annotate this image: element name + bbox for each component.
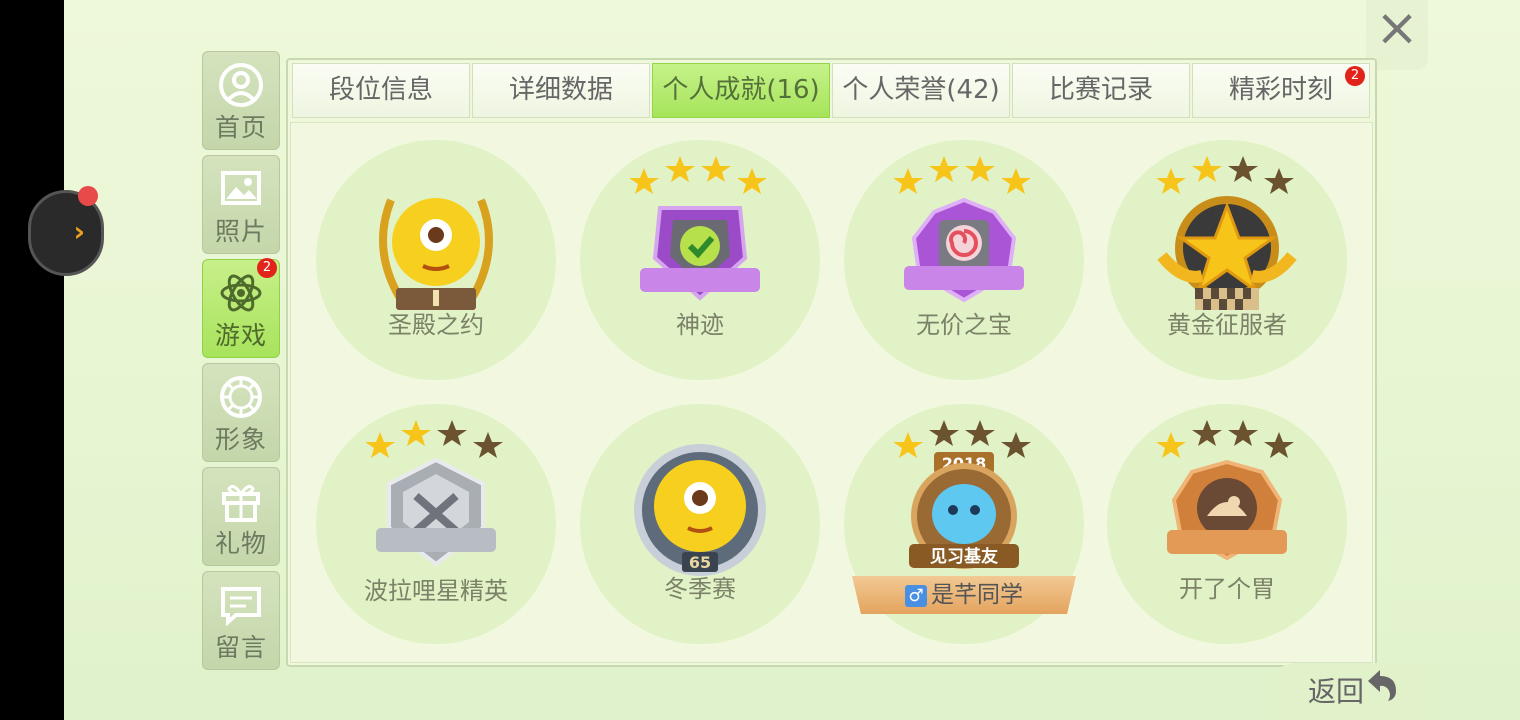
home-icon [219, 63, 263, 107]
monster-laurel-badge-icon [379, 198, 493, 310]
star-icon [1264, 168, 1294, 194]
star-icon [366, 432, 395, 458]
achievement-item[interactable]: 波拉哩星精英 [316, 404, 556, 644]
tab-highlights[interactable]: 精彩时刻 2 [1192, 63, 1370, 118]
gift-icon [222, 484, 260, 522]
sidebar-item-avatar[interactable]: 形象 [202, 363, 280, 462]
sidebar: 首页 照片 2 游戏 形象 礼物 留言 [202, 51, 280, 675]
achievement-item[interactable]: 开了个胃 [1107, 404, 1347, 644]
tab-achievements[interactable]: 个人成就(16) [652, 63, 830, 118]
achievements-grid: 圣殿之约 神迹 无价之宝 黄金征服者 波拉哩星精英 65 冬季赛 见习基友 ♂ … [290, 122, 1373, 663]
sidebar-item-photos[interactable]: 照片 [202, 155, 280, 254]
achievement-item[interactable]: 无价之宝 [844, 140, 1084, 380]
chevron-right-icon: › [73, 215, 85, 248]
badge: 2 [1345, 66, 1365, 86]
star-icon [1228, 420, 1258, 446]
bronze-badge-icon [1167, 460, 1287, 561]
tab-match-records[interactable]: 比赛记录 [1012, 63, 1190, 118]
silver-crest-badge-icon [376, 457, 496, 567]
notification-dot [78, 186, 98, 206]
star-icon [965, 420, 995, 446]
gold-star-badge-icon [1157, 196, 1297, 310]
sidebar-item-label: 礼物 [214, 529, 267, 558]
achievement-item[interactable]: 神迹 [580, 140, 820, 380]
back-arrow-icon[interactable] [1364, 667, 1400, 703]
achievement-name: 冬季赛 [664, 575, 736, 603]
tab-bar: 段位信息 详细数据 个人成就(16) 个人荣誉(42) 比赛记录 精彩时刻 2 [292, 63, 1370, 118]
star-icon [473, 432, 503, 458]
star-rating [894, 156, 1031, 194]
achievement-name: 波拉哩星精英 [364, 577, 508, 605]
sidebar-item-label: 首页 [214, 113, 267, 142]
star-icon [401, 420, 431, 446]
star-icon [1192, 156, 1222, 182]
star-rating [1157, 420, 1294, 458]
achievement-item[interactable]: 圣殿之约 [316, 140, 556, 380]
owner-ribbon: ♂ 是芊同学 [852, 576, 1076, 614]
sidebar-item-label: 照片 [214, 217, 267, 246]
star-icon [630, 168, 659, 194]
level-number: 65 [689, 553, 711, 572]
achievement-item[interactable]: 65 冬季赛 [580, 404, 820, 644]
avatar-icon [220, 376, 262, 418]
star-icon [1157, 168, 1186, 194]
star-icon [929, 156, 959, 182]
purple-shield-check-icon [640, 206, 760, 301]
achievement-item[interactable]: 黄金征服者 [1107, 140, 1347, 380]
tab-label: 详细数据 [508, 75, 613, 105]
star-icon [1264, 432, 1294, 458]
star-icon [701, 156, 731, 182]
sidebar-item-games[interactable]: 2 游戏 [202, 258, 280, 358]
achievement-name: 无价之宝 [916, 311, 1012, 339]
sidebar-item-label: 形象 [214, 425, 267, 454]
tab-rank-info[interactable]: 段位信息 [292, 63, 470, 118]
star-icon [929, 420, 959, 446]
tab-label: 比赛记录 [1048, 75, 1153, 105]
star-icon [894, 168, 923, 194]
star-icon [1157, 432, 1186, 458]
tab-label: 个人荣誉(42) [842, 75, 1000, 105]
star-icon [1001, 168, 1031, 194]
tab-honors[interactable]: 个人荣誉(42) [832, 63, 1010, 118]
photo-icon [221, 171, 261, 205]
star-icon [437, 420, 467, 446]
star-icon [1192, 420, 1222, 446]
achievement-name: 神迹 [676, 311, 724, 339]
sidebar-item-label: 游戏 [214, 321, 267, 350]
star-rating [1157, 156, 1294, 194]
sidebar-item-label: 留言 [214, 633, 267, 662]
tab-label: 精彩时刻 [1228, 75, 1333, 105]
tab-label: 段位信息 [328, 75, 433, 105]
sidebar-item-gifts[interactable]: 礼物 [202, 467, 280, 566]
tab-label: 个人成就(16) [662, 75, 820, 105]
star-icon [665, 156, 695, 182]
left-black-strip [0, 0, 64, 720]
owner-name: 是芊同学 [931, 582, 1023, 608]
male-icon: ♂ [905, 584, 927, 607]
star-icon [965, 156, 995, 182]
message-icon [221, 587, 261, 627]
tab-detailed-data[interactable]: 详细数据 [472, 63, 650, 118]
blue-blob-2018-badge-icon: 2018 见习基友 [909, 452, 1019, 569]
achievement-item[interactable]: 2018 见习基友 ♂是芊同学 [844, 404, 1084, 644]
atom-icon [220, 274, 262, 312]
monster-silver-ring-badge-icon: 65 [634, 444, 766, 576]
badge-title: 见习基友 [930, 546, 998, 567]
star-icon [737, 168, 767, 194]
sidebar-item-home[interactable]: 首页 [202, 51, 280, 150]
back-label[interactable]: 返回 [1308, 670, 1364, 710]
star-rating [630, 156, 767, 194]
achievement-name: 黄金征服者 [1167, 311, 1287, 339]
purple-candy-badge-icon [904, 198, 1024, 303]
sidebar-item-messages[interactable]: 留言 [202, 571, 280, 670]
badge: 2 [257, 258, 277, 278]
star-icon [1228, 156, 1258, 182]
achievement-name: 开了个胃 [1179, 575, 1275, 603]
achievements-panel: 段位信息 详细数据 个人成就(16) 个人荣誉(42) 比赛记录 精彩时刻 2 圣… [286, 58, 1377, 667]
achievement-name: 圣殿之约 [388, 311, 484, 339]
